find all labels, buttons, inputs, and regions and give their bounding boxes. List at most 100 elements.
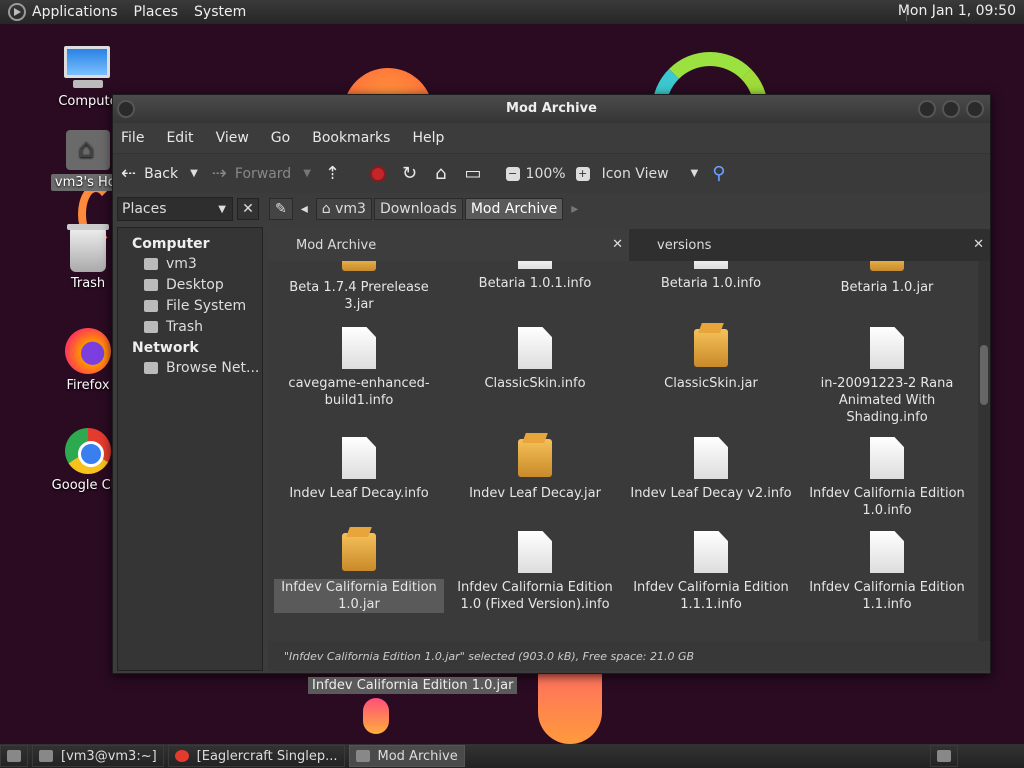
minimize-button[interactable] (918, 100, 936, 118)
close-window-button[interactable] (966, 100, 984, 118)
forward-history-dropdown[interactable]: ▼ (303, 168, 311, 179)
forward-button[interactable]: ⇢ Forward (212, 163, 291, 184)
pencil-icon: ✎ (275, 201, 287, 217)
clock[interactable]: Mon Jan 1, 09:50 (898, 3, 1016, 19)
menu-bookmarks[interactable]: Bookmarks (312, 130, 390, 146)
close-sidebar-button[interactable]: ✕ (237, 198, 259, 220)
scrollbar-thumb[interactable] (980, 345, 988, 405)
file-name: Infdev California Edition 1.1.info (809, 580, 965, 612)
vertical-scrollbar[interactable] (978, 261, 990, 641)
file-name: Infdev California Edition 1.1.1.info (633, 580, 789, 612)
taskbar-item-mod-archive[interactable]: Mod Archive (348, 745, 465, 767)
back-button[interactable]: ⇠ Back (121, 163, 178, 184)
file-item[interactable]: Indev Leaf Decay.jar (450, 437, 620, 502)
window-menu-button[interactable] (117, 100, 135, 118)
file-name: ClassicSkin.jar (664, 376, 758, 391)
zoom-in-icon[interactable]: + (575, 166, 590, 181)
file-name: Infdev California Edition 1.0.jar (274, 579, 444, 613)
show-desktop-button[interactable] (0, 745, 28, 767)
chevron-down-icon: ▼ (218, 203, 226, 215)
places-sidebar: Computer vm3 Desktop File System Trash N… (117, 227, 263, 671)
back-arrow-icon: ⇠ (121, 163, 137, 184)
breadcrumb-mod-archive[interactable]: Mod Archive (464, 198, 564, 220)
jar-file-icon (342, 533, 376, 571)
file-item[interactable]: Infdev California Edition 1.1.1.info (626, 531, 796, 613)
file-item[interactable]: Infdev California Edition 1.0.info (802, 437, 972, 519)
file-item[interactable]: ClassicSkin.jar (626, 327, 796, 392)
trash-icon (67, 224, 109, 272)
file-item[interactable]: ClassicSkin.info (450, 327, 620, 392)
taskbar-item-chrome[interactable]: [Eaglercraft Singlep... (167, 745, 345, 767)
applications-menu[interactable]: Applications (32, 4, 118, 20)
file-name: ClassicSkin.info (484, 376, 586, 391)
view-mode-dropdown[interactable]: ▼ (691, 168, 699, 179)
menu-go[interactable]: Go (271, 130, 290, 146)
file-manager-window: Mod Archive File Edit View Go Bookmarks … (112, 94, 991, 694)
file-item[interactable]: cavegame-enhanced-build1.info (274, 327, 444, 409)
places-menu[interactable]: Places (134, 4, 179, 20)
top-panel: Applications Places System Mon Jan 1, 09… (0, 0, 1024, 24)
places-selector[interactable]: Places ▼ (117, 197, 233, 221)
edit-location-button[interactable]: ✎ (269, 198, 293, 220)
file-item[interactable]: Indev Leaf Decay.info (274, 437, 444, 502)
menu-edit[interactable]: Edit (166, 130, 193, 146)
file-item[interactable]: Infdev California Edition 1.1.info (802, 531, 972, 613)
computer-small-icon: ▭ (464, 163, 482, 184)
up-button[interactable]: ⇡ (325, 163, 348, 184)
file-item[interactable]: Betaria 1.0.jar (802, 261, 972, 296)
file-grid: Beta 1.7.4 Prerelease 3.jar Betaria 1.0.1… (268, 261, 978, 641)
desktop-icon-label: Compute (58, 94, 118, 109)
menu-file[interactable]: File (121, 130, 144, 146)
breadcrumb-next-icon[interactable]: ▸ (565, 198, 584, 220)
sidebar-item-browse-network[interactable]: Browse Net... (118, 358, 262, 379)
sidebar-heading-computer: Computer (132, 236, 210, 252)
file-item[interactable]: Beta 1.7.4 Prerelease 3.jar (274, 261, 444, 313)
home-button[interactable]: ⌂ (435, 163, 454, 184)
window-titlebar[interactable]: Mod Archive (113, 95, 990, 123)
computer-button[interactable]: ▭ (465, 163, 490, 184)
view-mode-select[interactable]: Icon View (602, 166, 669, 182)
close-tab-icon[interactable]: ✕ (612, 237, 623, 252)
breadcrumb-prev-icon[interactable]: ◂ (295, 198, 314, 220)
forward-arrow-icon: ⇢ (211, 163, 227, 184)
breadcrumb-downloads[interactable]: Downloads (373, 198, 463, 220)
maximize-button[interactable] (942, 100, 960, 118)
sidebar-item-trash[interactable]: Trash (118, 317, 262, 338)
sidebar-item-desktop[interactable]: Desktop (118, 275, 262, 296)
tab-mod-archive[interactable]: Mod Archive ✕ (268, 229, 629, 261)
trash-icon (144, 321, 158, 333)
drive-icon (144, 300, 158, 312)
zoom-out-icon[interactable]: − (505, 166, 520, 181)
file-item[interactable]: Betaria 1.0.info (626, 261, 796, 292)
chrome-icon (174, 750, 189, 762)
file-name: Indev Leaf Decay.jar (469, 486, 601, 501)
workspace-switcher[interactable] (930, 745, 958, 767)
menu-view[interactable]: View (216, 130, 249, 146)
window-title: Mod Archive (506, 101, 597, 116)
sidebar-item-vm3[interactable]: vm3 (118, 254, 262, 275)
reload-button[interactable]: ↻ (402, 163, 425, 184)
file-item[interactable]: Indev Leaf Decay v2.info (626, 437, 796, 502)
breadcrumb-vm3[interactable]: ⌂ vm3 (315, 198, 372, 220)
stop-icon[interactable] (370, 165, 386, 182)
search-button[interactable]: ⚲ (712, 163, 733, 184)
back-history-dropdown[interactable]: ▼ (190, 168, 198, 179)
home-icon: ⌂ (435, 163, 447, 184)
distro-logo-icon[interactable] (8, 3, 26, 21)
file-item[interactable]: Betaria 1.0.1.info (450, 261, 620, 292)
desktop-icon (144, 279, 158, 291)
taskbar-item-terminal[interactable]: [vm3@vm3:~] (32, 745, 164, 767)
file-item[interactable]: Infdev California Edition 1.0 (Fixed Ver… (450, 531, 620, 613)
file-item[interactable]: Infdev California Edition 1.0.jar (274, 531, 444, 613)
up-arrow-icon: ⇡ (324, 163, 340, 184)
system-menu[interactable]: System (194, 4, 246, 20)
tab-versions[interactable]: versions ✕ (629, 229, 990, 261)
menu-help[interactable]: Help (412, 130, 444, 146)
jar-file-icon (342, 261, 376, 271)
folder-icon (355, 750, 370, 762)
file-item[interactable]: in-20091223-2 Rana Animated With Shading… (802, 327, 972, 426)
computer-icon (64, 46, 112, 90)
menubar: File Edit View Go Bookmarks Help (113, 123, 990, 153)
close-tab-icon[interactable]: ✕ (973, 237, 984, 252)
sidebar-item-file-system[interactable]: File System (118, 296, 262, 317)
